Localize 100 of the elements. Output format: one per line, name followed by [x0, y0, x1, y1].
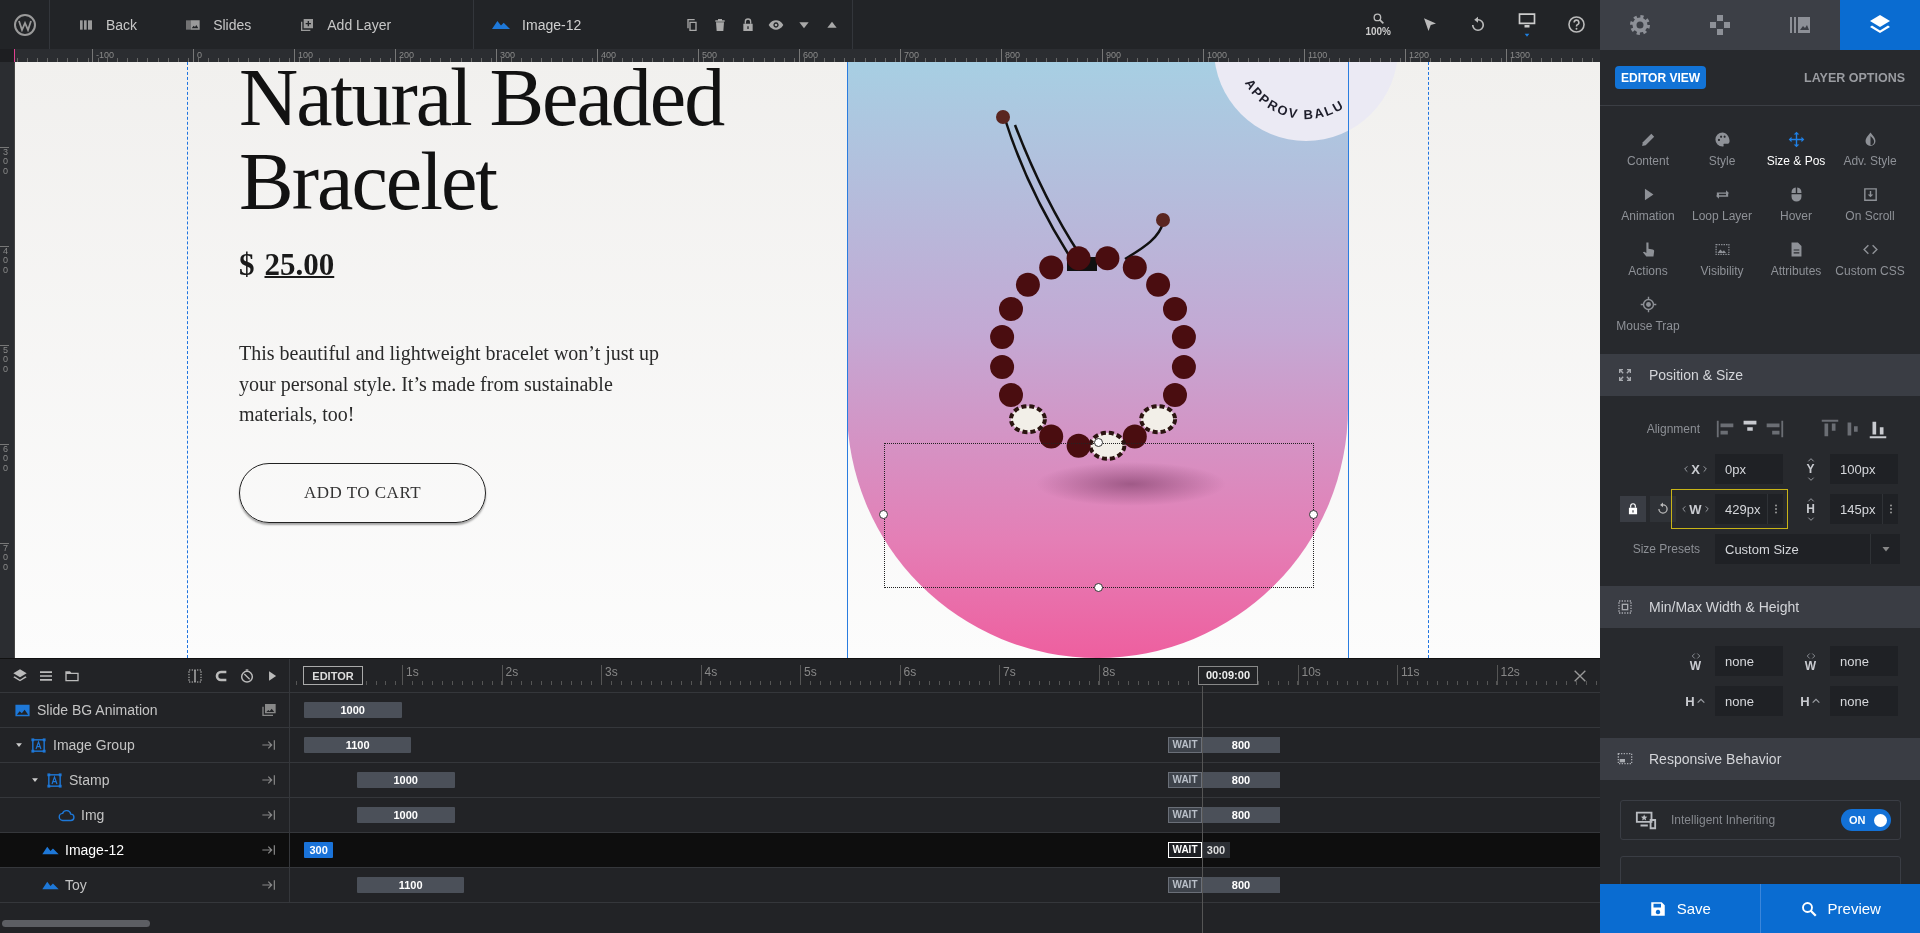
end-animation-bar[interactable]: 800 — [1202, 807, 1280, 823]
option-tab[interactable]: Content — [1611, 122, 1685, 177]
input-field[interactable]: none — [1715, 646, 1783, 676]
section-header[interactable]: Responsive Behavior — [1600, 738, 1920, 780]
option-tab[interactable]: On Scroll — [1833, 177, 1907, 232]
images-icon[interactable] — [261, 702, 277, 718]
time-label: 12s — [1496, 665, 1596, 685]
chevron-left-icon — [1682, 465, 1691, 473]
animation-bar[interactable]: 1000 — [304, 702, 402, 718]
axis-label: H — [1685, 693, 1695, 709]
arrow-to-bar-icon[interactable] — [261, 737, 277, 753]
axis-label: W — [1804, 660, 1817, 672]
arrow-to-bar-icon[interactable] — [261, 772, 277, 788]
toggle-switch[interactable]: ON — [1841, 809, 1891, 831]
input-field[interactable]: none — [1715, 686, 1783, 716]
resize-handle[interactable] — [1094, 438, 1103, 447]
add-layer-button[interactable]: Add Layer — [271, 0, 412, 49]
save-button[interactable]: Save — [1600, 884, 1760, 933]
end-animation-bar[interactable]: 800 — [1202, 737, 1280, 753]
animation-bar[interactable]: 1000 — [357, 807, 455, 823]
input-field[interactable]: none — [1830, 646, 1898, 676]
end-animation-bar[interactable]: 300 — [1202, 842, 1230, 858]
option-tab[interactable]: Visibility — [1685, 232, 1759, 287]
axis-label: Y — [1806, 463, 1815, 475]
end-animation-bar[interactable]: 800 — [1202, 772, 1280, 788]
layer-name: Slide BG Animation — [37, 702, 159, 718]
input-field[interactable]: none — [1830, 686, 1898, 716]
lock-button[interactable] — [1620, 496, 1646, 522]
option-tab[interactable]: Loop Layer — [1685, 177, 1759, 232]
add-layer-icon — [299, 16, 316, 33]
add-to-cart-button[interactable]: ADD TO CART — [239, 463, 486, 523]
resize-handle[interactable] — [1309, 510, 1318, 519]
undo-icon[interactable] — [1469, 15, 1487, 34]
animation-bar[interactable]: 300 — [304, 842, 334, 858]
layer-row[interactable]: Image-12 300 WAIT 300 — [0, 833, 1600, 868]
option-tab[interactable]: Attributes — [1759, 232, 1833, 287]
four-squares-icon — [1708, 13, 1732, 37]
editor-view-button[interactable]: EDITOR VIEW — [1615, 66, 1707, 89]
wait-label: WAIT — [1168, 877, 1202, 893]
close-icon[interactable] — [1572, 668, 1588, 684]
editor-mode-button[interactable]: EDITOR — [303, 666, 363, 685]
grid-icon[interactable] — [187, 667, 203, 684]
layer-row[interactable]: Toy 1100 WAIT 800 — [0, 868, 1600, 903]
option-tab[interactable]: Mouse Trap — [1611, 287, 1685, 342]
option-tab[interactable]: Size & Pos — [1759, 122, 1833, 177]
monitor-icon[interactable] — [1517, 10, 1537, 30]
section-header[interactable]: Min/Max Width & Height — [1600, 586, 1920, 628]
input-field[interactable]: 0px — [1715, 454, 1783, 484]
arrow-to-bar-icon[interactable] — [261, 842, 277, 858]
timer-icon[interactable] — [239, 667, 255, 684]
dotted-square-icon — [1617, 599, 1633, 615]
save-icon — [1648, 899, 1667, 918]
arrow-to-bar-icon[interactable] — [261, 877, 277, 893]
option-tab[interactable]: Style — [1685, 122, 1759, 177]
scrollbar[interactable] — [2, 920, 150, 927]
option-tab[interactable]: Hover — [1759, 177, 1833, 232]
input-field[interactable]: 100px — [1830, 454, 1898, 484]
reset-button[interactable] — [1650, 496, 1676, 522]
help-icon[interactable] — [1567, 15, 1586, 34]
option-tab[interactable]: Adv. Style — [1833, 122, 1907, 177]
left-right-arrows-icon — [1690, 650, 1701, 661]
section-header[interactable]: Position & Size — [1600, 354, 1920, 396]
layer-row[interactable]: Slide BG Animation 1000 — [0, 693, 1600, 728]
resize-handle[interactable] — [1094, 583, 1103, 592]
layer-row[interactable]: Image Group 1100 WAIT 800 — [0, 728, 1600, 763]
time-label: 2s — [501, 665, 601, 685]
chevron-up-icon — [1806, 495, 1815, 504]
end-animation-bar[interactable]: 800 — [1202, 877, 1280, 893]
visibility-icon — [1713, 241, 1731, 258]
animation-bar[interactable]: 1100 — [304, 737, 412, 753]
layer-row[interactable]: Stamp 1000 WAIT 800 — [0, 763, 1600, 798]
input-field[interactable]: 429px — [1715, 494, 1783, 524]
option-tab[interactable]: Actions — [1611, 232, 1685, 287]
time-label: 5s — [800, 665, 900, 685]
axis-label: X — [1691, 461, 1700, 477]
layer-name: Toy — [65, 877, 88, 893]
cursor-icon[interactable] — [1421, 15, 1439, 34]
responsive-icon — [1617, 751, 1633, 767]
layer-name: Img — [81, 807, 106, 823]
field-label: Size Presets — [1631, 542, 1701, 556]
devices-icon — [1635, 809, 1657, 831]
arrow-to-bar-icon[interactable] — [261, 807, 277, 823]
slides-button[interactable]: Slides — [157, 0, 272, 49]
wait-label: WAIT — [1168, 842, 1202, 858]
input-field[interactable]: 145px — [1830, 494, 1898, 524]
caret-down-icon — [1523, 31, 1531, 39]
layers-icon[interactable] — [12, 667, 28, 684]
axis-label: W — [1689, 501, 1702, 517]
size-preset-dropdown[interactable]: Custom Size — [1715, 534, 1900, 564]
wait-label: WAIT — [1168, 807, 1202, 823]
animation-bar[interactable]: 1100 — [357, 877, 465, 893]
animation-bar[interactable]: 1000 — [357, 772, 455, 788]
back-button[interactable]: Back — [50, 0, 158, 49]
group-icon — [30, 736, 47, 754]
resize-handle[interactable] — [879, 510, 888, 519]
preview-button[interactable]: Preview — [1759, 884, 1920, 933]
option-tab[interactable]: Custom CSS — [1833, 232, 1907, 287]
panel-tab[interactable] — [1840, 0, 1920, 50]
zoom-control[interactable]: 100% — [1365, 12, 1391, 37]
option-tab[interactable]: Animation — [1611, 177, 1685, 232]
